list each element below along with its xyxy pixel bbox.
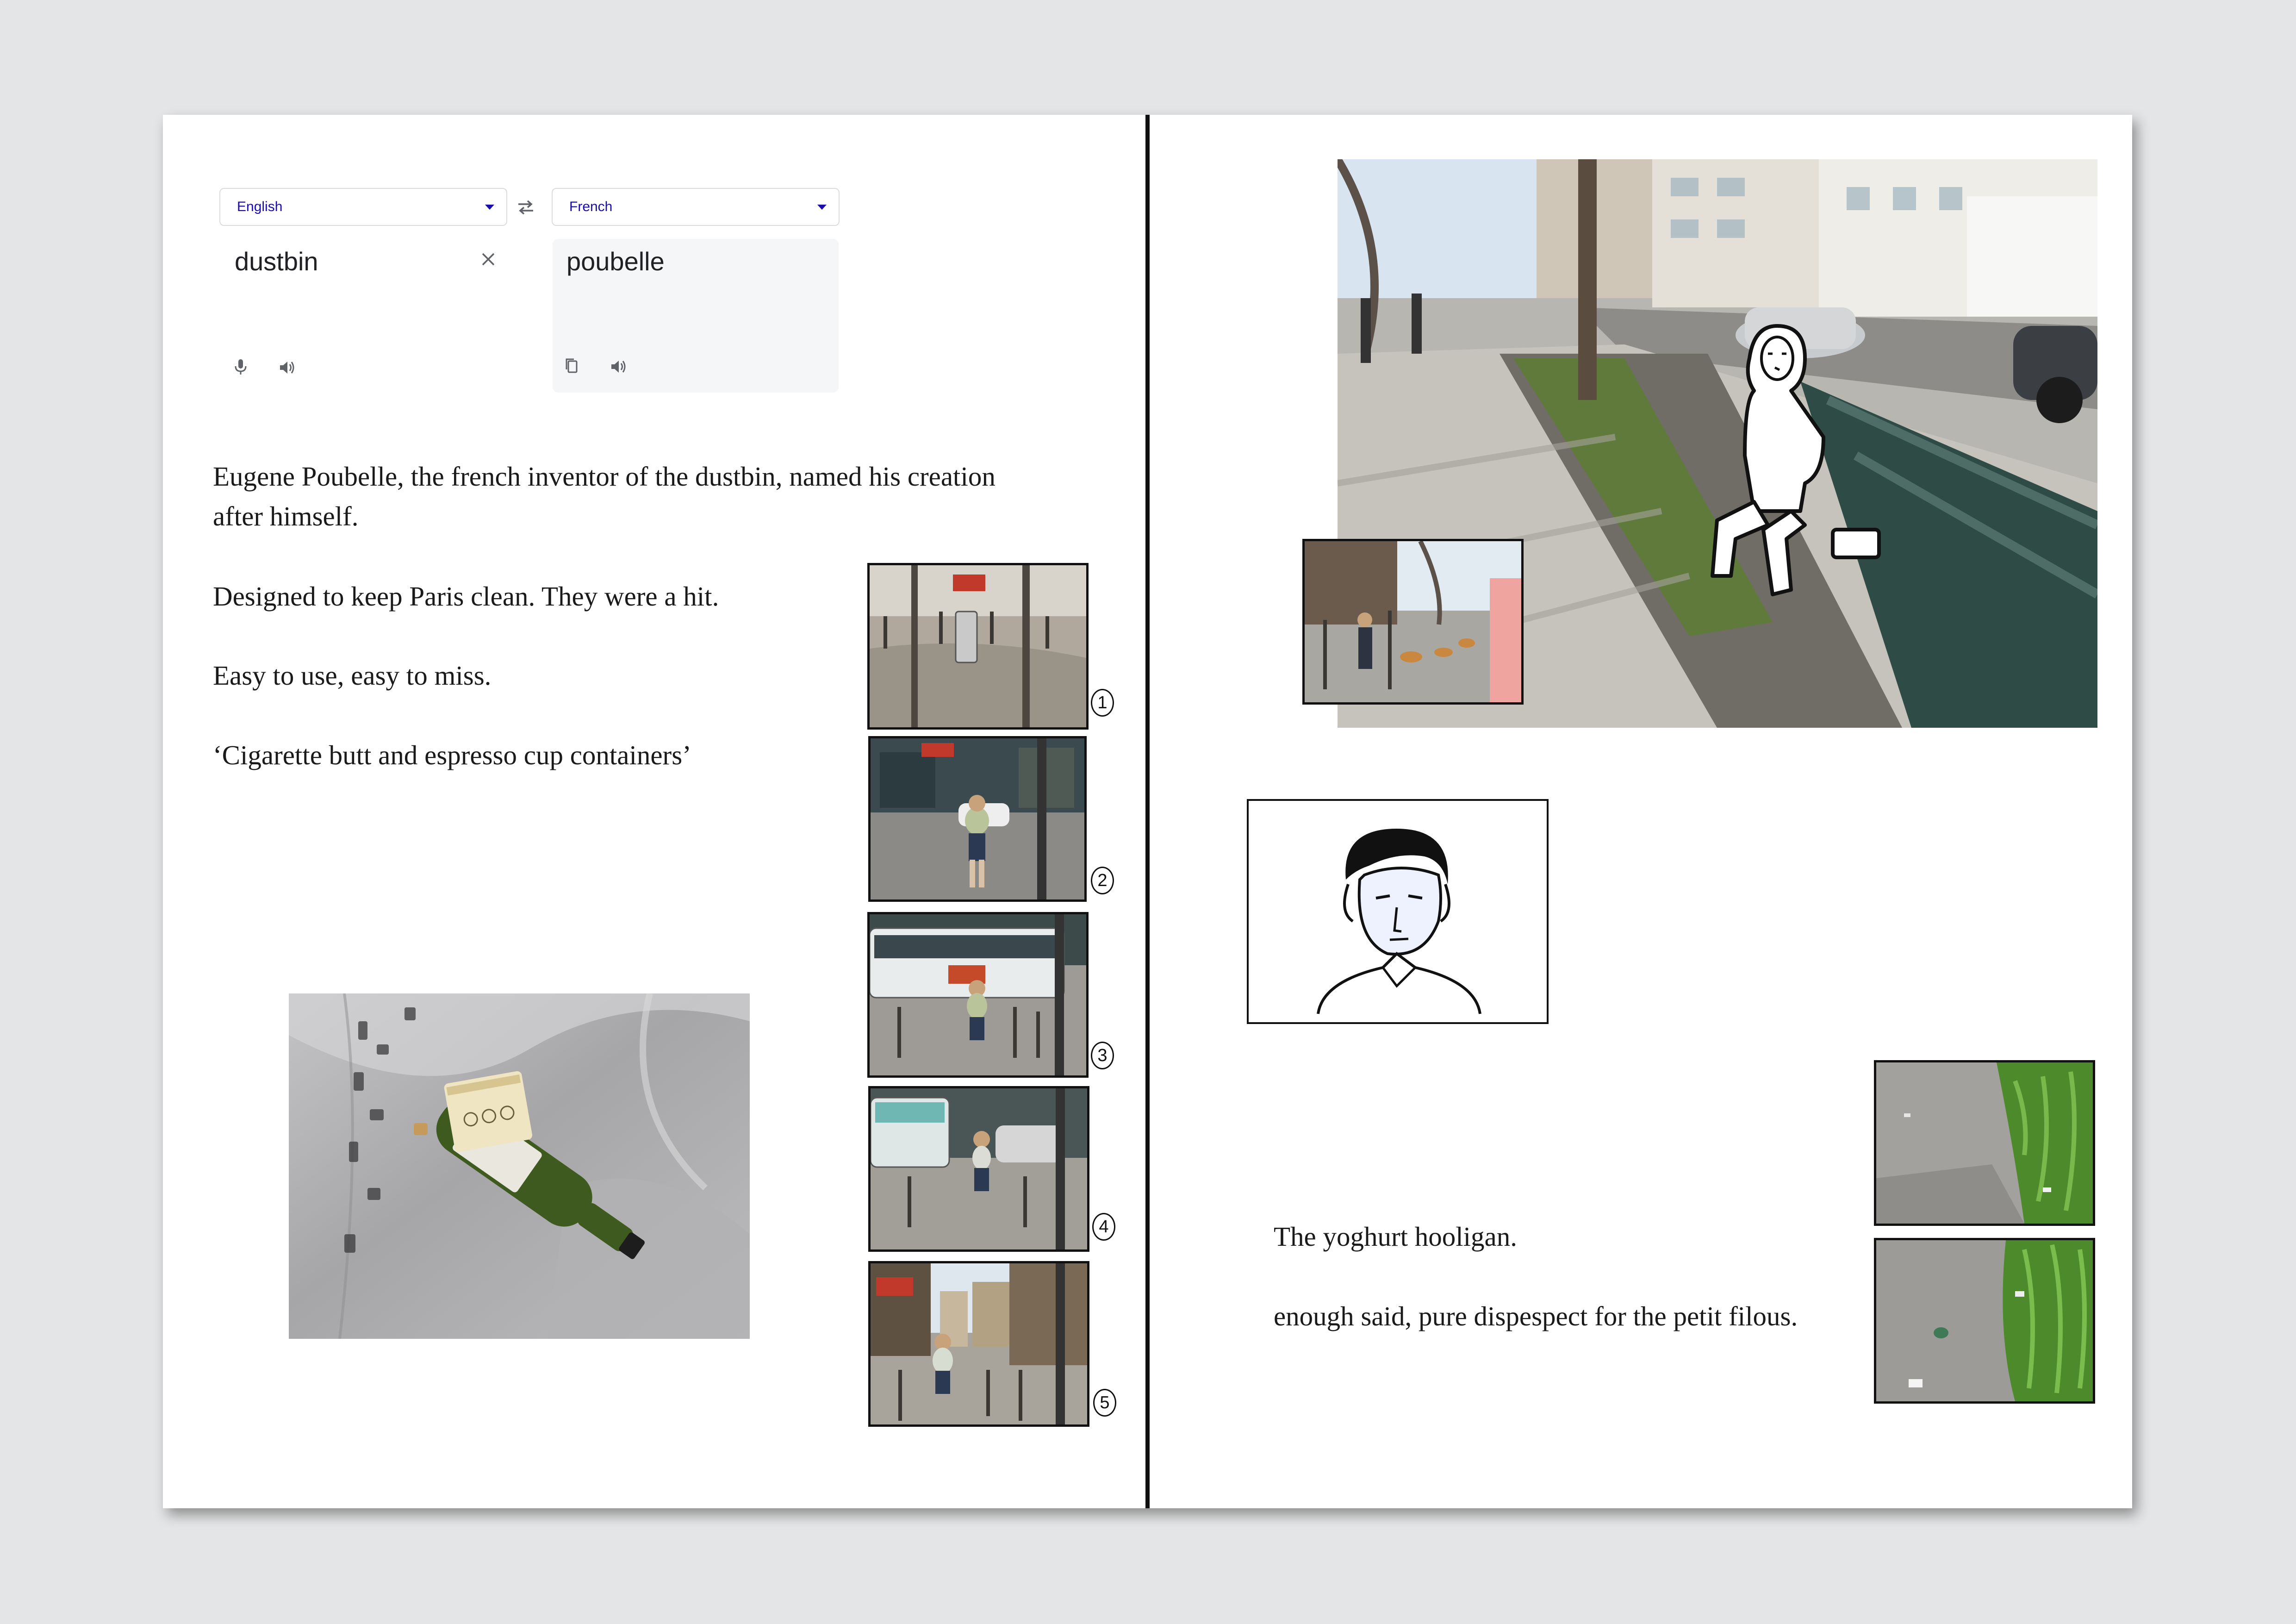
photo-bin-bag-bottle — [289, 993, 750, 1339]
sequence-number-4: 4 — [1092, 1213, 1115, 1241]
drawing-portrait-sketch — [1247, 799, 1549, 1024]
paragraph-easy-to-miss: Easy to use, easy to miss. — [213, 660, 492, 691]
paragraph-designed-clean: Designed to keep Paris clean. They were … — [213, 581, 719, 612]
photo-inset-dogs-street — [1302, 539, 1524, 705]
sequence-number-5: 5 — [1093, 1389, 1116, 1417]
target-language-select[interactable]: French — [552, 188, 840, 226]
copy-icon[interactable] — [563, 356, 581, 375]
target-text-box: poubelle — [553, 239, 839, 393]
source-language-select[interactable]: English — [219, 188, 507, 226]
speaker-icon[interactable] — [609, 357, 628, 376]
sequence-number-2: 2 — [1091, 867, 1114, 894]
photo-grass-litter-1 — [1874, 1060, 2095, 1226]
left-page: English French dustbin poubelle Eugene P… — [163, 115, 1145, 1508]
caret-down-icon — [817, 205, 827, 210]
sequence-number-3: 3 — [1091, 1042, 1114, 1069]
source-text: dustbin — [235, 247, 318, 276]
photo-sequence-4 — [868, 1086, 1089, 1252]
paragraph-containers-quote: ‘Cigarette butt and espresso cup contain… — [213, 740, 691, 770]
photo-sequence-2 — [868, 736, 1087, 902]
target-text: poubelle — [566, 247, 665, 276]
microphone-icon[interactable] — [231, 357, 250, 376]
page-gutter-divider — [1145, 115, 1150, 1508]
close-icon[interactable] — [480, 251, 497, 268]
swap-arrows-icon[interactable] — [516, 197, 536, 218]
source-text-box[interactable]: dustbin — [219, 236, 507, 394]
photo-grass-litter-2 — [1874, 1238, 2095, 1404]
right-page: The yoghurt hooligan. enough said, pure … — [1150, 115, 2132, 1508]
source-language-label: English — [237, 199, 283, 214]
speaker-icon[interactable] — [278, 358, 296, 377]
caret-down-icon — [485, 205, 494, 210]
zine-spread: English French dustbin poubelle Eugene P… — [163, 115, 2132, 1508]
paragraph-poubelle-history: Eugene Poubelle, the french inventor of … — [213, 461, 996, 531]
photo-sequence-1 — [867, 563, 1089, 730]
caption-yoghurt-hooligan: The yoghurt hooligan. — [1274, 1221, 1517, 1252]
photo-sequence-3 — [867, 912, 1089, 1078]
sequence-number-1: 1 — [1091, 689, 1114, 717]
caption-petit-filous: enough said, pure dispespect for the pet… — [1274, 1301, 1798, 1331]
photo-sequence-5 — [868, 1261, 1089, 1427]
target-language-label: French — [569, 199, 613, 214]
